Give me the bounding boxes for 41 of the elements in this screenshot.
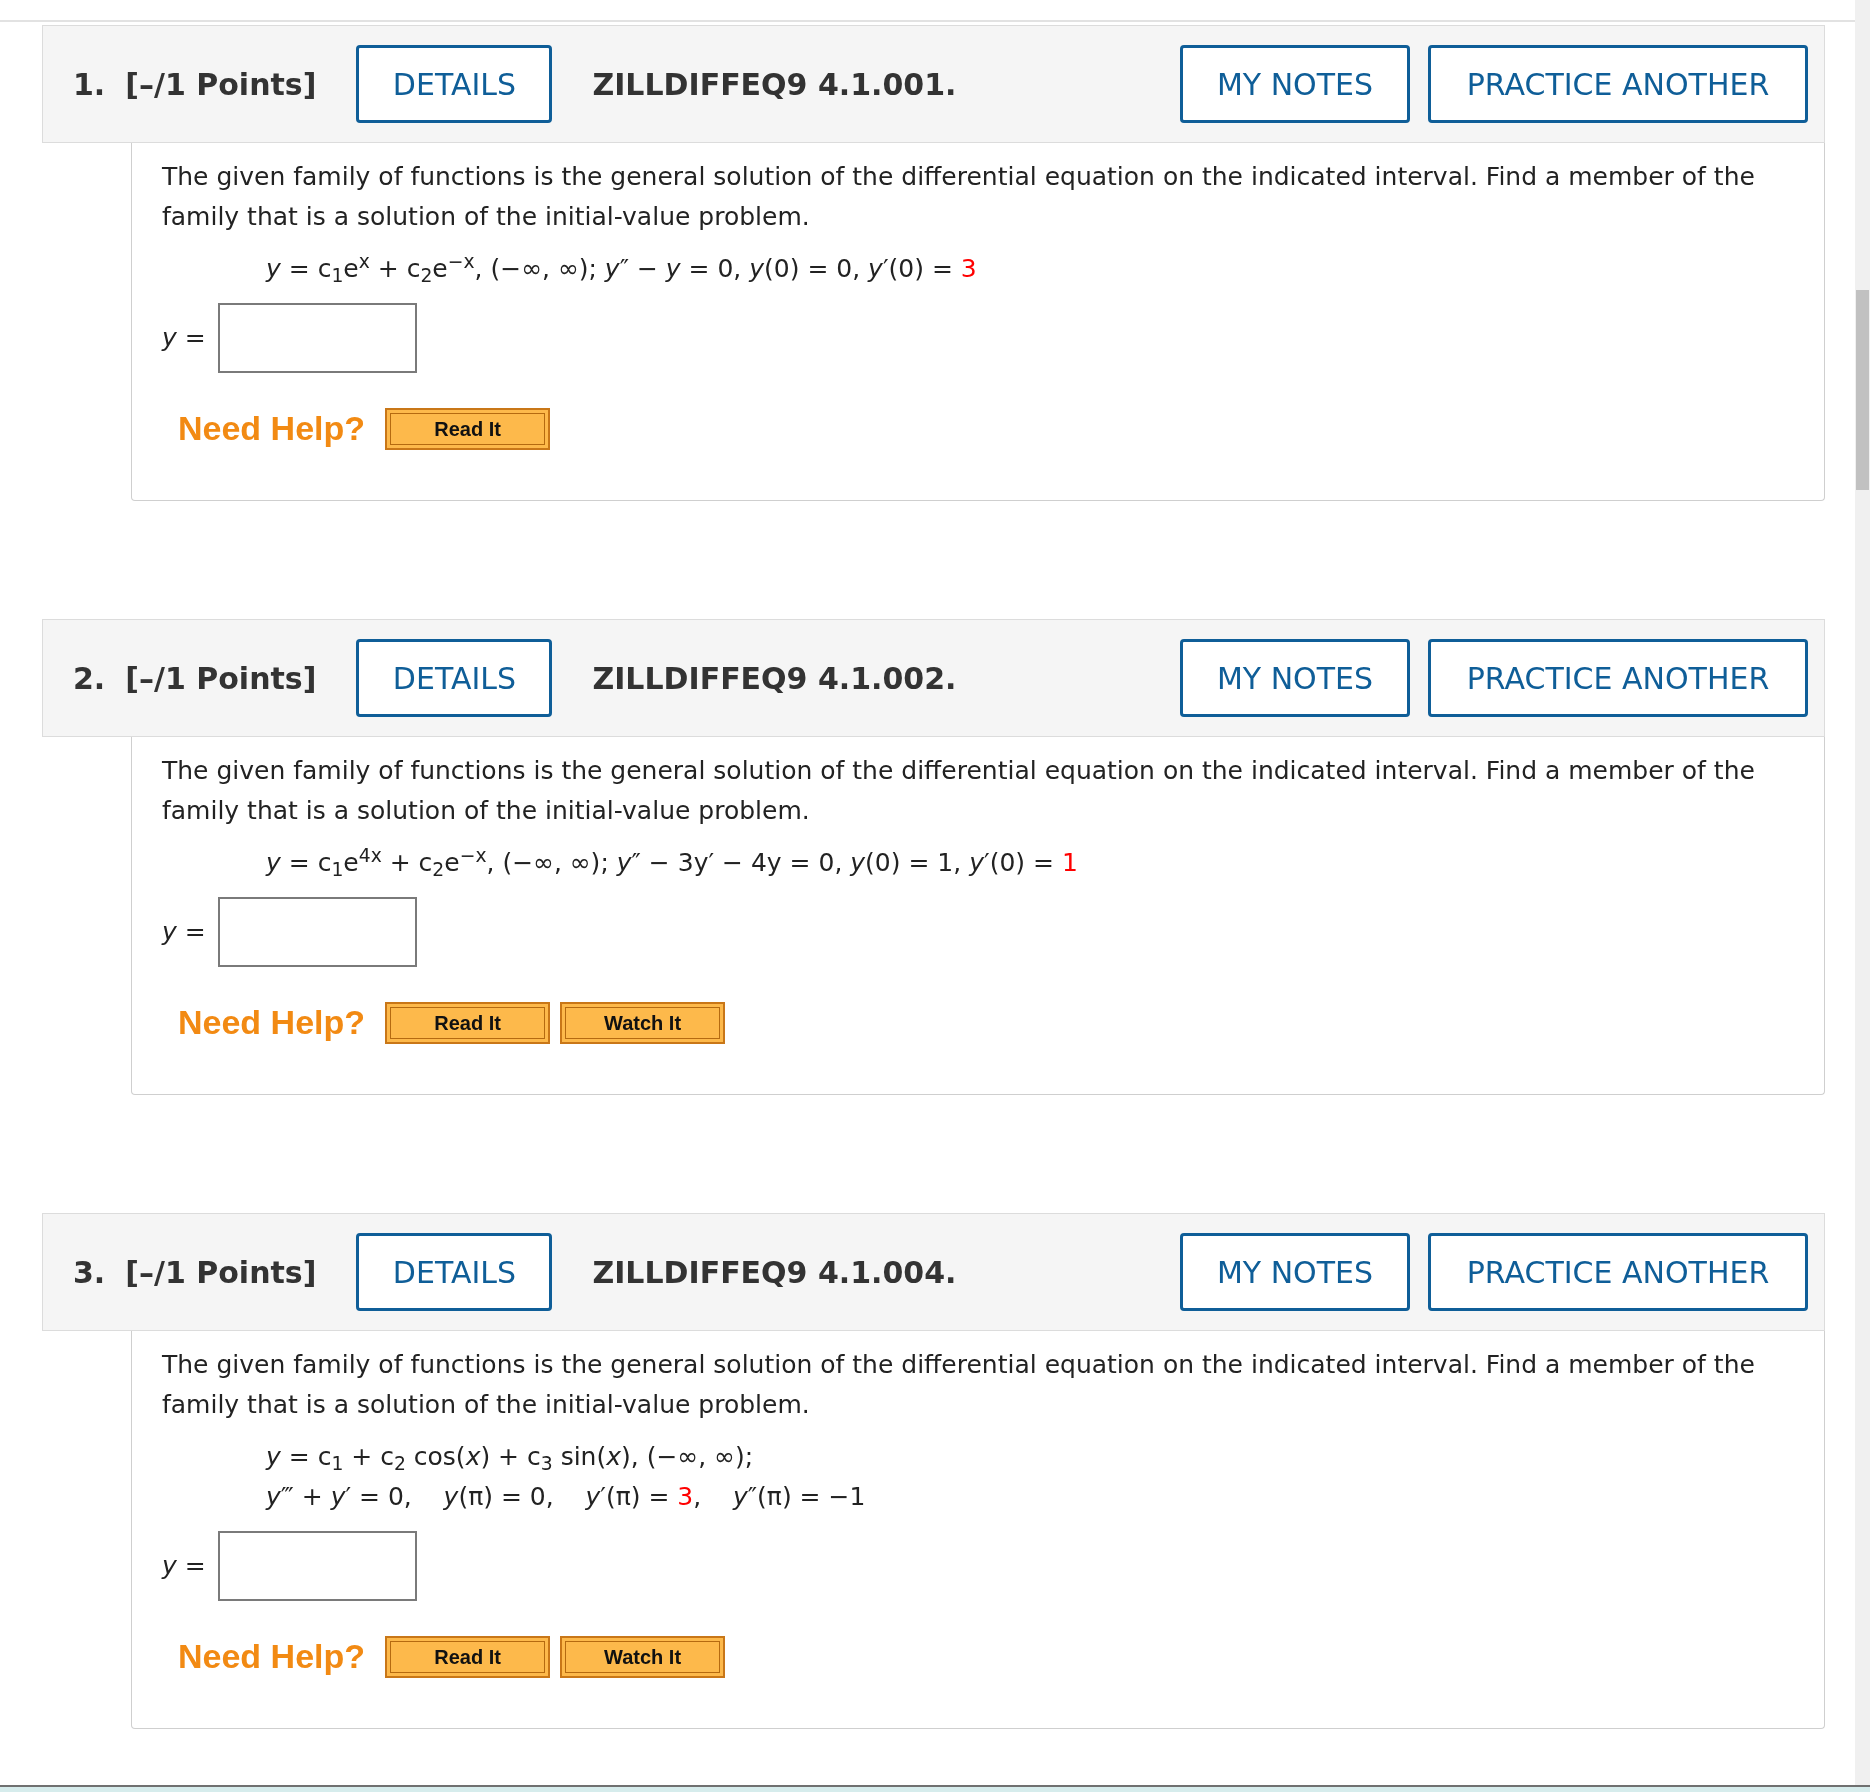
scrollbar[interactable] — [1855, 0, 1870, 1785]
practice-another-button[interactable]: PRACTICE ANOTHER — [1428, 639, 1808, 717]
answer-field[interactable] — [217, 897, 417, 967]
equation: y = c$_{1}$ + c$_{2}$ cos(x) + c$_{3}$ sin(x), (−∞, ∞); — [266, 1441, 755, 1476]
answer-field[interactable] — [217, 1531, 417, 1601]
equation: y = c$_{1}$e$^{4x}$ + c$_{2}$e$^{−x}$, (−∞, ∞); y″ − 3y′ − 4y = 0, y(0) = 1, y′(0) = 1 — [266, 843, 1079, 882]
points-label: [–/1 Points] — [125, 659, 317, 698]
practice-another-button[interactable]: PRACTICE ANOTHER — [1428, 1233, 1808, 1311]
points-label: [–/1 Points] — [125, 65, 317, 104]
help-button[interactable]: Watch It — [560, 1001, 726, 1044]
help-button[interactable]: Read It — [385, 407, 551, 450]
problem-code: ZILLDIFFEQ9 4.1.001. — [592, 65, 958, 104]
need-help-label: Need Help? — [178, 408, 366, 449]
question-number: 1. — [73, 65, 106, 104]
equation: y‴ + y′ = 0, y(π) = 0, y′(π) = 3, y″(π) = −1 — [266, 1481, 867, 1513]
help-button[interactable]: Read It — [385, 1635, 551, 1678]
question-text: The given family of functions is the general solution of the differential equation on the indicated interval. Find a member of the family that is a solution of the initial-value problem. — [162, 161, 1756, 233]
need-help-label: Need Help? — [178, 1002, 366, 1043]
question-number: 2. — [73, 659, 106, 698]
details-button[interactable]: DETAILS — [356, 639, 553, 717]
my-notes-button[interactable]: MY NOTES — [1180, 45, 1410, 123]
details-button[interactable]: DETAILS — [356, 45, 553, 123]
problem-code: ZILLDIFFEQ9 4.1.004. — [592, 1253, 958, 1292]
scroll-thumb[interactable] — [1856, 290, 1869, 490]
points-label: [–/1 Points] — [125, 1253, 317, 1292]
details-button[interactable]: DETAILS — [356, 1233, 553, 1311]
question-number: 3. — [73, 1253, 106, 1292]
answer-label: y = — [162, 916, 206, 949]
practice-another-button[interactable]: PRACTICE ANOTHER — [1428, 45, 1808, 123]
help-button[interactable]: Watch It — [560, 1635, 726, 1678]
answer-field[interactable] — [217, 303, 417, 373]
problem-code: ZILLDIFFEQ9 4.1.002. — [592, 659, 958, 698]
equation: y = c$_{1}$e$^{x}$ + c$_{2}$e$^{−x}$, (−∞, ∞); y″ − y = 0, y(0) = 0, y′(0) = 3 — [266, 249, 978, 288]
need-help-label: Need Help? — [178, 1636, 366, 1677]
my-notes-button[interactable]: MY NOTES — [1180, 639, 1410, 717]
my-notes-button[interactable]: MY NOTES — [1180, 1233, 1410, 1311]
answer-label: y = — [162, 322, 206, 355]
question-text: The given family of functions is the general solution of the differential equation on the indicated interval. Find a member of the family that is a solution of the initial-value problem. — [162, 1349, 1756, 1421]
help-button[interactable]: Read It — [385, 1001, 551, 1044]
answer-label: y = — [162, 1550, 206, 1583]
question-text: The given family of functions is the general solution of the differential equation on the indicated interval. Find a member of the family that is a solution of the initial-value problem. — [162, 755, 1756, 827]
